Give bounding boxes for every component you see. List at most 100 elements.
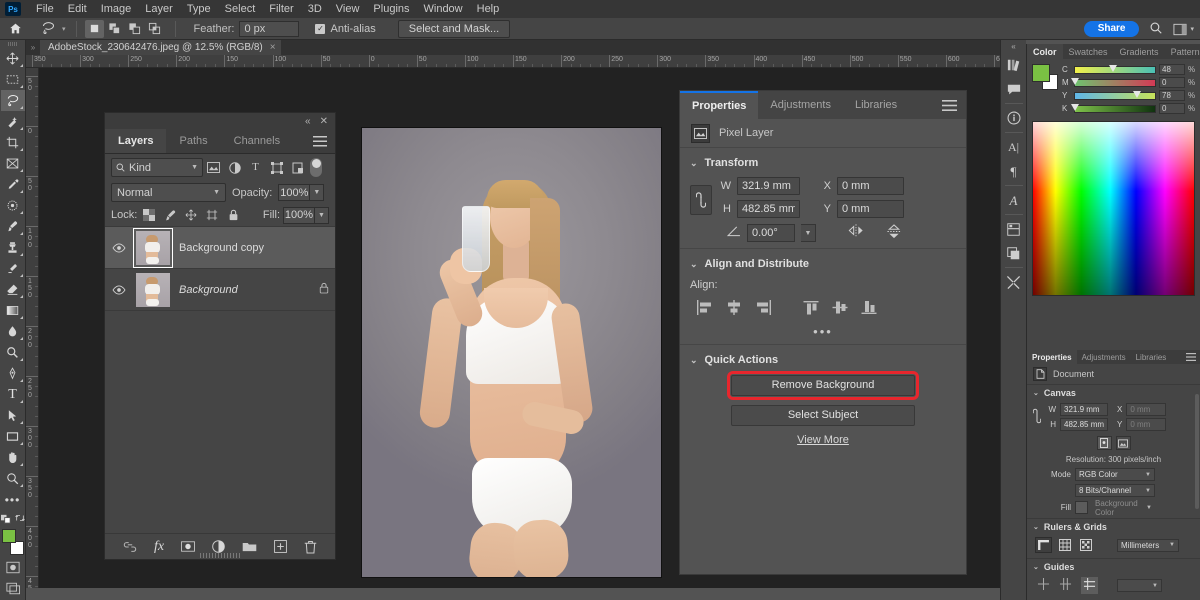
slider-knob[interactable]	[1071, 77, 1079, 85]
type-filter-icon[interactable]: T	[245, 158, 266, 177]
quick-selection-tool[interactable]	[1, 111, 25, 132]
link-layers-icon[interactable]	[123, 541, 137, 552]
blur-tool[interactable]	[1, 321, 25, 342]
link-aspect-ratio-icon[interactable]	[690, 185, 712, 215]
swap-colors-icon[interactable]	[14, 513, 25, 523]
collapse-icon[interactable]: «	[305, 116, 311, 127]
guide-icon[interactable]	[1037, 578, 1050, 593]
slider-knob[interactable]	[1071, 103, 1079, 111]
tool-preset-chevron-icon[interactable]: ▾	[62, 25, 66, 33]
foreground-color-swatch[interactable]	[1, 529, 16, 543]
canvas-height-input[interactable]	[1060, 418, 1108, 431]
quick-actions-section-header[interactable]: ⌄ Quick Actions	[680, 345, 966, 372]
width-input[interactable]	[737, 177, 800, 195]
smart-object-filter-icon[interactable]	[287, 158, 308, 177]
slider-value[interactable]: 0	[1159, 77, 1185, 88]
brush-tool[interactable]	[1, 216, 25, 237]
close-icon[interactable]: ✕	[320, 116, 328, 127]
slider-track[interactable]	[1074, 90, 1156, 100]
tools-preset-icon[interactable]	[1002, 270, 1026, 294]
transparency-grid-icon[interactable]	[1078, 537, 1094, 553]
color-spectrum[interactable]	[1032, 121, 1195, 296]
menu-item-help[interactable]: Help	[470, 1, 507, 17]
intersect-selection-button[interactable]	[145, 20, 164, 38]
blend-mode-select[interactable]: Normal ▼	[111, 183, 226, 202]
rulers-grids-section-header[interactable]: ⌄ Rulers & Grids	[1027, 518, 1200, 535]
color-swatches[interactable]	[1, 529, 25, 555]
menu-item-layer[interactable]: Layer	[138, 1, 180, 17]
eraser-tool[interactable]	[1, 279, 25, 300]
collapse-icon[interactable]: «	[1011, 42, 1015, 53]
document-tab[interactable]: AdobeStock_230642476.jpeg @ 12.5% (RGB/8…	[40, 40, 281, 55]
menu-item-image[interactable]: Image	[94, 1, 139, 17]
doc-tab-libraries[interactable]: Libraries	[1131, 350, 1172, 364]
panel-resize-grip[interactable]	[200, 553, 240, 558]
tab-swatches[interactable]: Swatches	[1063, 44, 1114, 59]
guide-layout-icon[interactable]	[1081, 577, 1098, 594]
edit-toolbar-icon[interactable]: •••	[1, 489, 25, 510]
lock-image-pixels-icon[interactable]	[161, 206, 179, 224]
layer-thumbnail[interactable]	[136, 272, 170, 307]
color-panel-swatches[interactable]	[1032, 64, 1058, 90]
canvas-y-input[interactable]	[1126, 418, 1167, 431]
table-row[interactable]: Background copy	[105, 227, 335, 269]
lasso-tool-icon[interactable]	[36, 21, 60, 36]
vertical-ruler[interactable]: 50 0 50 100 150 200 250 300 350 400 450	[26, 68, 39, 588]
color-mode-select[interactable]: RGB Color ▼	[1075, 468, 1155, 481]
panel-menu-icon[interactable]	[305, 129, 335, 153]
panel-menu-icon[interactable]	[933, 91, 966, 119]
background-color-swatch[interactable]	[9, 541, 24, 555]
align-left-edges-icon[interactable]	[690, 296, 719, 318]
canvas-x-input[interactable]	[1126, 403, 1167, 416]
pixel-filter-icon[interactable]	[203, 158, 224, 177]
menu-item-edit[interactable]: Edit	[61, 1, 94, 17]
share-button[interactable]: Share	[1083, 21, 1140, 37]
flip-horizontal-icon[interactable]	[848, 224, 864, 242]
default-colors-icon[interactable]	[0, 513, 12, 524]
slider-track[interactable]	[1074, 64, 1156, 74]
slider-value[interactable]: 48	[1159, 64, 1185, 75]
lock-all-icon[interactable]	[224, 206, 242, 224]
fill-chevron-icon[interactable]: ▼	[315, 206, 329, 224]
tab-layers[interactable]: Layers	[105, 129, 167, 153]
layer-style-fx-icon[interactable]: fx	[154, 539, 164, 553]
history-icon[interactable]	[1002, 241, 1026, 265]
tab-gradients[interactable]: Gradients	[1114, 44, 1165, 59]
remove-background-button[interactable]: Remove Background	[727, 371, 919, 400]
character-icon[interactable]: A|	[1002, 135, 1026, 159]
opacity-value[interactable]: 100%	[278, 184, 311, 201]
quick-mask-icon[interactable]	[1, 557, 25, 578]
eyedropper-tool[interactable]	[1, 174, 25, 195]
slider-track[interactable]	[1071, 103, 1156, 113]
new-group-icon[interactable]	[242, 541, 257, 552]
bit-depth-select[interactable]: 8 Bits/Channel ▼	[1075, 484, 1155, 497]
paragraph-icon[interactable]: ¶	[1002, 159, 1026, 183]
move-tool[interactable]	[1, 48, 25, 69]
close-icon[interactable]: ×	[270, 42, 276, 53]
clone-stamp-tool[interactable]	[1, 237, 25, 258]
grid-icon[interactable]	[1057, 537, 1073, 553]
landscape-orientation-icon[interactable]	[1115, 436, 1131, 450]
comments-icon[interactable]	[1002, 77, 1026, 101]
align-right-edges-icon[interactable]	[748, 296, 777, 318]
path-selection-tool[interactable]	[1, 405, 25, 426]
new-adjustment-layer-icon[interactable]	[212, 540, 225, 553]
subtract-from-selection-button[interactable]	[125, 20, 144, 38]
view-more-link[interactable]: View More	[680, 432, 966, 446]
rulers-icon[interactable]	[1035, 537, 1052, 553]
align-bottom-edges-icon[interactable]	[854, 296, 883, 318]
search-icon[interactable]	[1149, 21, 1163, 38]
doc-tab-properties[interactable]: Properties	[1027, 350, 1077, 364]
add-to-selection-button[interactable]	[105, 20, 124, 38]
frame-tool[interactable]	[1, 153, 25, 174]
lock-artboard-nesting-icon[interactable]	[203, 206, 221, 224]
slider-value[interactable]: 0	[1159, 103, 1185, 114]
menu-item-file[interactable]: File	[29, 1, 61, 17]
workspace-switcher-icon[interactable]: ▾	[1173, 23, 1194, 36]
shape-filter-icon[interactable]	[266, 158, 287, 177]
x-input[interactable]	[837, 177, 904, 195]
crop-tool[interactable]	[1, 132, 25, 153]
lock-transparent-pixels-icon[interactable]	[140, 206, 158, 224]
layer-visibility-icon[interactable]	[111, 284, 127, 295]
slider-knob[interactable]	[1133, 90, 1142, 98]
